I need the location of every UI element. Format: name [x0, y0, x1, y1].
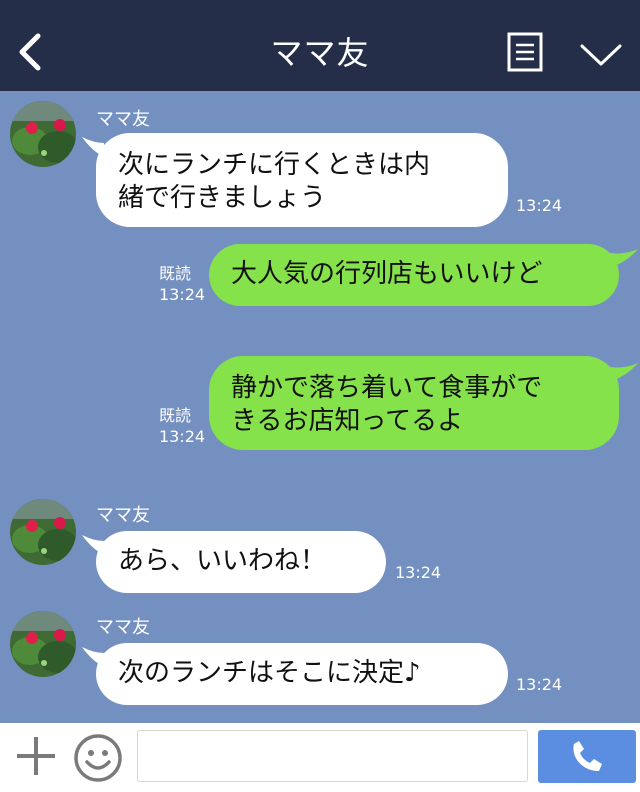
message-time: 13:24: [516, 196, 563, 215]
avatar[interactable]: [10, 499, 76, 565]
avatar[interactable]: [10, 101, 76, 167]
flower-avatar-icon: [10, 499, 76, 565]
sender-name: ママ友: [96, 617, 150, 638]
read-receipt: 既読 13:24: [159, 405, 205, 447]
chat-header: ママ友: [0, 0, 640, 91]
flower-avatar-icon: [10, 611, 76, 677]
message-bubble-outgoing[interactable]: 静かで落ち着いて食事がで きるお店知ってるよ: [209, 356, 619, 450]
message-bubble-incoming[interactable]: あら、いいわね！: [96, 531, 386, 593]
message-bubble-incoming[interactable]: 次のランチはそこに決定♪: [96, 643, 508, 705]
message-text: あら、いいわね！: [118, 546, 327, 576]
flower-avatar-icon: [10, 101, 76, 167]
message-text-line: 次にランチに行くときは内: [118, 150, 431, 180]
avatar[interactable]: [10, 611, 76, 677]
message-time: 13:24: [395, 563, 442, 582]
message-time: 13:24: [159, 285, 206, 304]
message-text-line: 緒で行きましょう: [118, 183, 327, 213]
read-label: 既読: [159, 264, 192, 283]
menu-list-icon[interactable]: [507, 32, 543, 72]
phone-icon: [573, 741, 602, 771]
read-label: 既読: [159, 406, 192, 425]
chat-title: ママ友: [270, 34, 370, 72]
message-text: 次のランチはそこに決定♪: [118, 658, 421, 688]
message-bubble-incoming[interactable]: 次にランチに行くときは内 緒で行きましょう: [96, 133, 508, 227]
message-time: 13:24: [159, 427, 206, 446]
message-bubble-outgoing[interactable]: 大人気の行列店もいいけど: [209, 244, 619, 306]
message-input[interactable]: [137, 730, 528, 782]
bubble-tail: [610, 363, 638, 381]
chat-area[interactable]: ママ友 次にランチに行くときは内 緒で行きましょう 13:24 既読 13:24…: [0, 91, 640, 723]
call-button[interactable]: [538, 730, 636, 783]
chevron-down-icon[interactable]: [578, 40, 624, 68]
sender-name: ママ友: [96, 109, 150, 130]
message-text-line: 静かで落ち着いて食事がで: [231, 373, 543, 403]
sender-name: ママ友: [96, 505, 150, 526]
message-time: 13:24: [516, 675, 563, 694]
plus-icon[interactable]: [14, 734, 58, 778]
read-receipt: 既読 13:24: [159, 263, 205, 305]
smiley-icon[interactable]: [73, 733, 123, 783]
bubble-tail: [610, 249, 638, 267]
message-text: 大人気の行列店もいいけど: [231, 259, 543, 289]
message-text-line: きるお店知ってるよ: [231, 406, 464, 436]
